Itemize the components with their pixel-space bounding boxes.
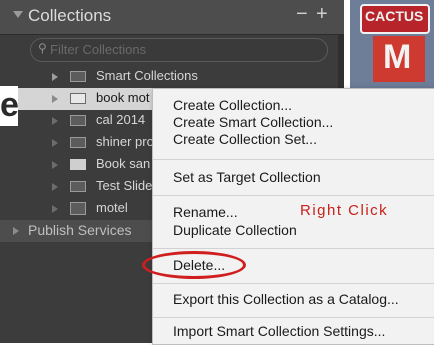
disclosure-triangle-icon[interactable] (52, 73, 58, 81)
menu-item-create-collection-set[interactable]: Create Collection Set... (173, 131, 317, 147)
thumbnail-sign-text: CACTUS (365, 8, 424, 24)
collection-label: motel (96, 200, 128, 215)
panel-title: Collections (28, 6, 112, 25)
menu-item-rename[interactable]: Rename... (173, 204, 238, 220)
add-collection-button[interactable]: + (316, 3, 328, 26)
collection-icon (70, 115, 86, 126)
filter-collections-input[interactable] (50, 40, 310, 58)
collection-row[interactable]: Smart Collections (0, 66, 344, 88)
menu-item-set-as-target[interactable]: Set as Target Collection (173, 169, 321, 185)
collection-label: shiner pro (96, 134, 154, 149)
disclosure-triangle-icon[interactable] (52, 205, 58, 213)
disclosure-triangle-icon[interactable] (52, 139, 58, 147)
slideshow-icon (70, 181, 86, 192)
collection-icon (70, 137, 86, 148)
collection-label: Smart Collections (96, 68, 198, 83)
print-icon (70, 202, 86, 215)
disclosure-triangle-icon[interactable] (52, 117, 58, 125)
menu-separator (153, 283, 434, 284)
thumbnail-sign-letter: M (383, 38, 412, 76)
collection-label: book mot (96, 90, 150, 105)
menu-item-import-smart-collection-settings[interactable]: Import Smart Collection Settings... (173, 323, 385, 339)
cropped-letter: e (0, 86, 19, 126)
publish-services-label: Publish Services (28, 222, 132, 238)
disclosure-triangle-icon[interactable] (52, 161, 58, 169)
collection-label: cal 2014 (96, 112, 146, 127)
book-icon (70, 159, 86, 170)
menu-item-duplicate-collection[interactable]: Duplicate Collection (173, 222, 297, 238)
context-menu: Create Collection... Create Smart Collec… (152, 88, 434, 345)
search-icon: ⚲ (38, 41, 47, 55)
collection-label: Test Slide (96, 178, 153, 193)
menu-separator (153, 195, 434, 196)
menu-separator (153, 159, 434, 160)
smart-collection-set-icon (70, 71, 86, 82)
collection-icon (70, 93, 86, 104)
disclosure-triangle-icon[interactable] (52, 183, 58, 191)
menu-separator (153, 317, 434, 318)
menu-item-create-smart-collection[interactable]: Create Smart Collection... (173, 114, 333, 130)
menu-item-export-as-catalog[interactable]: Export this Collection as a Catalog... (173, 291, 399, 307)
collections-header[interactable]: Collections − + (0, 0, 344, 35)
disclosure-triangle-icon[interactable] (52, 95, 58, 103)
delete-highlight-ellipse (142, 251, 246, 279)
expand-triangle-icon[interactable] (13, 227, 19, 235)
menu-separator (153, 248, 434, 249)
collection-label: Book san (96, 156, 151, 171)
menu-item-create-collection[interactable]: Create Collection... (173, 97, 292, 113)
remove-collection-button[interactable]: − (296, 3, 308, 26)
right-click-annotation: Right Click (300, 202, 389, 219)
collapse-triangle-icon[interactable] (13, 11, 23, 18)
